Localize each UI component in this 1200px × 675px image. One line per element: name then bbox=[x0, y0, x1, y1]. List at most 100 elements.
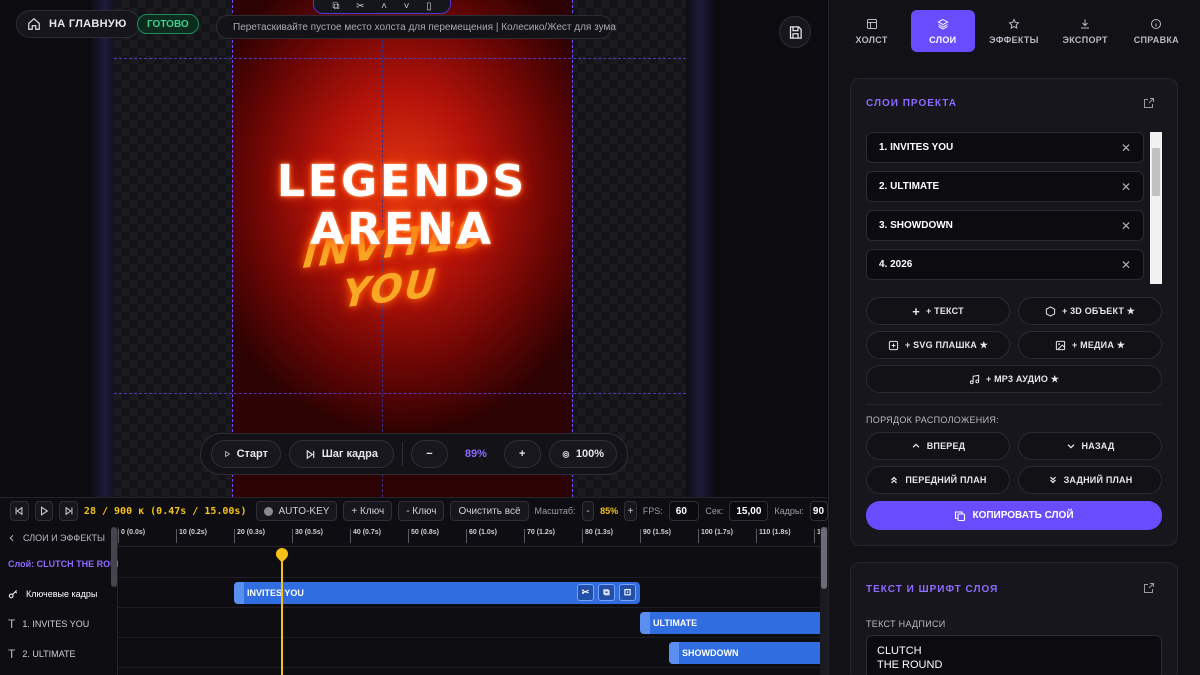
send-backward-button[interactable]: НАЗАД bbox=[1018, 432, 1162, 460]
send-to-back-button[interactable]: ЗАДНИЙ ПЛАН bbox=[1018, 466, 1162, 494]
layer-list-scrollbar-thumb[interactable] bbox=[1152, 148, 1160, 196]
timeline-play-button[interactable] bbox=[34, 501, 54, 521]
divider bbox=[401, 442, 403, 466]
track-divider bbox=[118, 607, 820, 608]
clear-keys-button[interactable]: Очистить всё bbox=[450, 501, 529, 521]
chevron-down-icon[interactable]: ˅ bbox=[404, 1, 410, 12]
add-svg-badge-button[interactable]: + SVG ПЛАШКА ★ bbox=[866, 331, 1010, 359]
scale-plus-button[interactable]: + bbox=[624, 501, 637, 521]
add-mp3-audio-button[interactable]: + MP3 АУДИО ★ bbox=[866, 365, 1162, 393]
save-button[interactable] bbox=[779, 16, 811, 48]
tab-help[interactable]: СПРАВКА bbox=[1124, 10, 1188, 52]
bring-forward-button[interactable]: ВПЕРЕД bbox=[866, 432, 1010, 460]
playhead[interactable] bbox=[281, 553, 283, 675]
play-icon bbox=[40, 506, 49, 516]
add-media-label: + МЕДИА ★ bbox=[1071, 339, 1125, 350]
seconds-input[interactable]: 15,00 bbox=[729, 501, 769, 521]
selection-toolbar: ⧉ ✂ ˄ ˅ ▯ bbox=[313, 0, 451, 14]
timeline-ruler[interactable]: 0 (0.0s) 10 (0.2s) 20 (0.3s) 30 (0.5s) 40 (0… bbox=[118, 527, 821, 547]
play-start-button[interactable]: Старт bbox=[211, 440, 281, 468]
close-icon[interactable]: ✕ bbox=[1121, 141, 1131, 155]
current-layer-label: Слой: CLUTCH THE ROUND bbox=[8, 559, 118, 569]
duplicate-icon[interactable]: ⧉ bbox=[598, 584, 615, 601]
step-frame-button[interactable]: Шаг кадра bbox=[289, 440, 394, 468]
keyframes-row[interactable]: Ключевые кадры bbox=[0, 579, 118, 609]
skip-start-button[interactable] bbox=[10, 501, 29, 521]
trim-icon[interactable]: ⊡ bbox=[619, 584, 636, 601]
text-type-icon: T bbox=[8, 647, 16, 661]
ruler-tick: 80 (1.3s) bbox=[582, 529, 613, 543]
tab-label: СЛОИ bbox=[929, 34, 957, 45]
add-media-button[interactable]: + МЕДИА ★ bbox=[1018, 331, 1162, 359]
status-badge: ГОТОВО bbox=[137, 14, 199, 34]
trash-icon[interactable]: ▯ bbox=[426, 1, 432, 12]
scissors-icon[interactable]: ✂ bbox=[577, 584, 594, 601]
track-divider bbox=[118, 667, 820, 668]
zoom-reset-button[interactable]: 100% bbox=[548, 440, 617, 468]
frames-input[interactable]: 90 bbox=[809, 501, 828, 521]
keyframes-label: Ключевые кадры bbox=[26, 589, 98, 599]
add-3d-label: + 3D ОБЪЕКТ ★ bbox=[1061, 305, 1136, 316]
order-label: ПОРЯДОК РАСПОЛОЖЕНИЯ: bbox=[866, 415, 999, 425]
copy-layer-button[interactable]: КОПИРОВАТЬ СЛОЙ bbox=[866, 501, 1162, 530]
timeline-clip-ultimate[interactable]: ULTIMATE bbox=[640, 612, 820, 634]
bring-to-front-button[interactable]: ПЕРЕДНИЙ ПЛАН bbox=[866, 466, 1010, 494]
timeline-toolbar: 28 / 900 к (0.47s / 15.00s) AUTO-KEY + К… bbox=[0, 497, 828, 525]
ruler-tick: 50 (0.8s) bbox=[408, 529, 439, 543]
chevron-up-icon[interactable]: ˄ bbox=[381, 1, 387, 12]
remove-key-button[interactable]: - Ключ bbox=[398, 501, 445, 521]
external-link-icon[interactable] bbox=[1143, 582, 1155, 594]
clip-label: SHOWDOWN bbox=[682, 648, 739, 658]
ruler-tick: 40 (0.7s) bbox=[350, 529, 381, 543]
home-icon bbox=[28, 17, 40, 30]
skip-end-button[interactable] bbox=[59, 501, 78, 521]
close-icon[interactable]: ✕ bbox=[1121, 258, 1131, 272]
timeline-scrollbar-thumb[interactable] bbox=[821, 527, 827, 589]
plus-square-icon bbox=[888, 340, 899, 350]
home-button[interactable]: НА ГЛАВНУЮ bbox=[16, 10, 140, 38]
layers-effects-back[interactable]: СЛОИ И ЭФФЕКТЫ bbox=[0, 527, 118, 549]
skip-back-icon bbox=[15, 506, 23, 516]
add-text-button[interactable]: + + ТЕКСТ bbox=[866, 297, 1010, 325]
timeline-layer-row[interactable]: T 2. ULTIMATE bbox=[0, 639, 118, 669]
layer-list-scrollbar[interactable] bbox=[111, 527, 117, 587]
canvas-title-line2[interactable]: ARENA bbox=[232, 204, 572, 255]
tab-layers[interactable]: СЛОИ bbox=[910, 10, 975, 52]
ruler-tick: 60 (1.0s) bbox=[466, 529, 497, 543]
fps-input[interactable]: 60 bbox=[668, 501, 700, 521]
tab-export[interactable]: ЭКСПОРТ bbox=[1053, 10, 1117, 52]
skip-forward-icon bbox=[65, 506, 73, 516]
zoom-in-button[interactable]: + bbox=[503, 440, 541, 468]
tab-effects[interactable]: ЭФФЕКТЫ bbox=[982, 10, 1046, 52]
add-key-button[interactable]: + Ключ bbox=[343, 501, 393, 521]
layer-item[interactable]: 3. SHOWDOWN ✕ bbox=[866, 210, 1144, 241]
scissors-icon[interactable]: ✂ bbox=[356, 1, 364, 12]
add-3d-object-button[interactable]: + 3D ОБЪЕКТ ★ bbox=[1018, 297, 1162, 325]
layer-item[interactable]: 2. ULTIMATE ✕ bbox=[866, 171, 1144, 202]
zoom-out-button[interactable]: − bbox=[410, 440, 449, 468]
layer-item[interactable]: 1. INVITES YOU ✕ bbox=[866, 132, 1144, 163]
ruler-tick: 0 (0.0s) bbox=[118, 529, 145, 543]
chevron-down-icon bbox=[1067, 444, 1074, 449]
clip-handle[interactable] bbox=[234, 582, 244, 604]
clip-handle[interactable] bbox=[669, 642, 679, 664]
autokey-toggle[interactable]: AUTO-KEY bbox=[256, 501, 338, 521]
text-value-input[interactable]: CLUTCH THE ROUND bbox=[866, 635, 1162, 675]
tab-canvas[interactable]: ХОЛСТ bbox=[840, 10, 904, 52]
scale-minus-button[interactable]: - bbox=[581, 501, 595, 521]
clip-handle[interactable] bbox=[640, 612, 650, 634]
timeline-layer-row[interactable]: T 1. INVITES YOU bbox=[0, 609, 118, 639]
external-link-icon[interactable] bbox=[1143, 97, 1155, 109]
tab-label: СПРАВКА bbox=[1133, 34, 1179, 45]
close-icon[interactable]: ✕ bbox=[1121, 219, 1131, 233]
layer-name: 1. INVITES YOU bbox=[879, 142, 954, 153]
timeline-clip-showdown[interactable]: SHOWDOWN bbox=[669, 642, 820, 664]
canvas-title-line1[interactable]: LEGENDS bbox=[232, 156, 572, 207]
step-forward-icon bbox=[306, 449, 315, 459]
chevrons-down-icon bbox=[1049, 476, 1056, 484]
duplicate-icon[interactable]: ⧉ bbox=[332, 1, 339, 12]
timeline-clip-invites-you[interactable]: INVITES YOU ✂ ⧉ ⊡ bbox=[234, 582, 640, 604]
close-icon[interactable]: ✕ bbox=[1121, 180, 1131, 194]
track-divider bbox=[118, 637, 820, 638]
layer-item[interactable]: 4. 2026 ✕ bbox=[866, 249, 1144, 280]
